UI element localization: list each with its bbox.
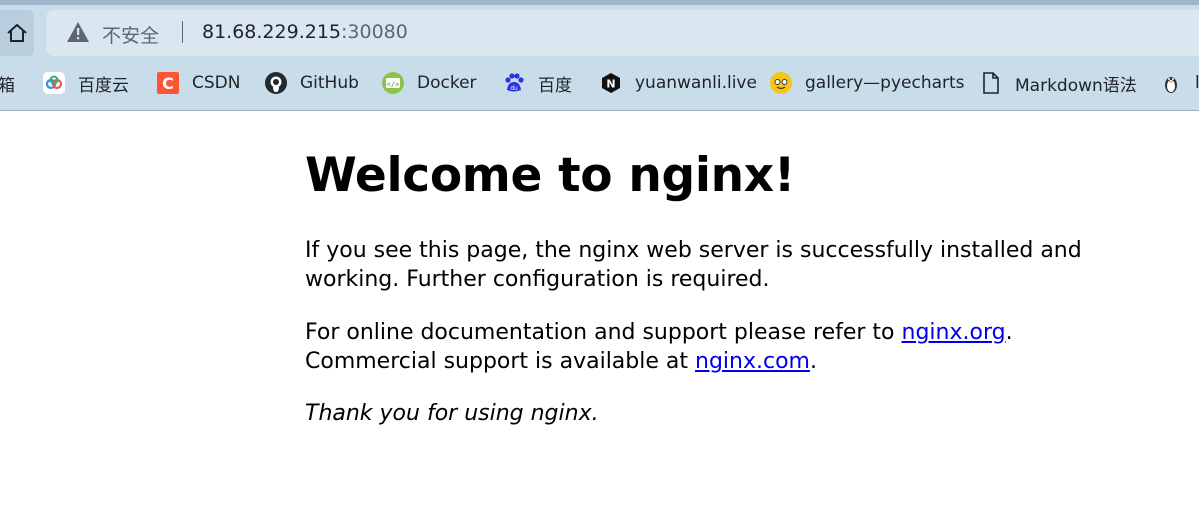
warning-icon[interactable] xyxy=(66,21,90,43)
intro-paragraph: If you see this page, the nginx web serv… xyxy=(305,238,1082,292)
address-divider xyxy=(182,21,183,43)
page-content: Welcome to nginx! If you see this page, … xyxy=(305,150,1165,428)
csdn-icon: C xyxy=(156,71,180,95)
url-port: :30080 xyxy=(341,21,408,43)
bookmark-label: yuanwanli.live xyxy=(635,73,757,93)
bookmarks-bar: 箱 百度云 C CSDN GitHub </> Docker du 百度 N y… xyxy=(0,62,1199,104)
bookmark-label: l xyxy=(1195,73,1199,93)
bookmark-label: CSDN xyxy=(192,73,241,93)
hexagon-n-icon: N xyxy=(599,71,623,95)
bookmark-csdn[interactable]: C CSDN xyxy=(156,62,240,104)
support-period: . xyxy=(1005,320,1013,345)
browser-chrome: 不安全 81.68.229.215:30080 箱 百度云 C CSDN Git… xyxy=(0,0,1199,111)
baidu-cloud-icon xyxy=(42,71,66,95)
bookmark-github[interactable]: GitHub xyxy=(264,62,359,104)
svg-text:N: N xyxy=(606,78,615,91)
linux-penguin-icon xyxy=(1159,71,1183,95)
bookmark-linux[interactable]: l xyxy=(1159,62,1199,104)
thanks-text: Thank you for using nginx. xyxy=(305,401,599,426)
bookmark-label: Markdown语法 xyxy=(1015,75,1137,96)
bookmark-label: 百度云 xyxy=(78,75,129,96)
bookmark-yuanwanli[interactable]: N yuanwanli.live xyxy=(599,62,757,104)
address-bar[interactable]: 不安全 81.68.229.215:30080 xyxy=(46,10,1199,56)
pyecharts-icon xyxy=(769,71,793,95)
window-top-edge xyxy=(0,0,1199,5)
bookmark-markdown[interactable]: Markdown语法 xyxy=(979,62,1137,104)
commercial-period: . xyxy=(809,349,817,374)
docker-icon: </> xyxy=(381,71,405,95)
bookmark-label: Docker xyxy=(417,73,477,93)
url-host: 81.68.229.215 xyxy=(202,21,342,43)
bookmark-baidu-cloud[interactable]: 百度云 xyxy=(42,62,129,104)
bookmark-docker[interactable]: </> Docker xyxy=(381,62,477,104)
nginx-com-link[interactable]: nginx.com xyxy=(695,349,810,374)
baidu-paw-icon: du xyxy=(502,71,526,95)
home-button[interactable] xyxy=(0,10,34,56)
bookmark-label: gallery—pyecharts xyxy=(805,73,965,93)
github-icon xyxy=(264,71,288,95)
svg-text:</>: </> xyxy=(387,81,400,89)
page-title: Welcome to nginx! xyxy=(305,148,795,203)
bookmark-truncated[interactable]: 箱 xyxy=(0,62,15,104)
home-icon xyxy=(7,23,27,42)
document-icon xyxy=(979,71,1003,95)
nginx-org-link[interactable]: nginx.org xyxy=(902,320,1006,345)
bookmark-pyecharts[interactable]: gallery—pyecharts xyxy=(769,62,965,104)
commercial-text: Commercial support is available at xyxy=(305,349,695,374)
svg-text:C: C xyxy=(162,74,174,93)
support-text: For online documentation and support ple… xyxy=(305,320,902,345)
svg-text:du: du xyxy=(510,85,518,92)
bookmark-label: 箱 xyxy=(0,75,15,96)
url-text[interactable]: 81.68.229.215:30080 xyxy=(202,21,408,43)
bookmark-label: GitHub xyxy=(300,73,359,93)
security-status[interactable]: 不安全 xyxy=(102,21,159,48)
bookmark-label: 百度 xyxy=(538,75,572,96)
bookmark-baidu[interactable]: du 百度 xyxy=(502,62,572,104)
support-paragraph: For online documentation and support ple… xyxy=(305,318,1165,376)
